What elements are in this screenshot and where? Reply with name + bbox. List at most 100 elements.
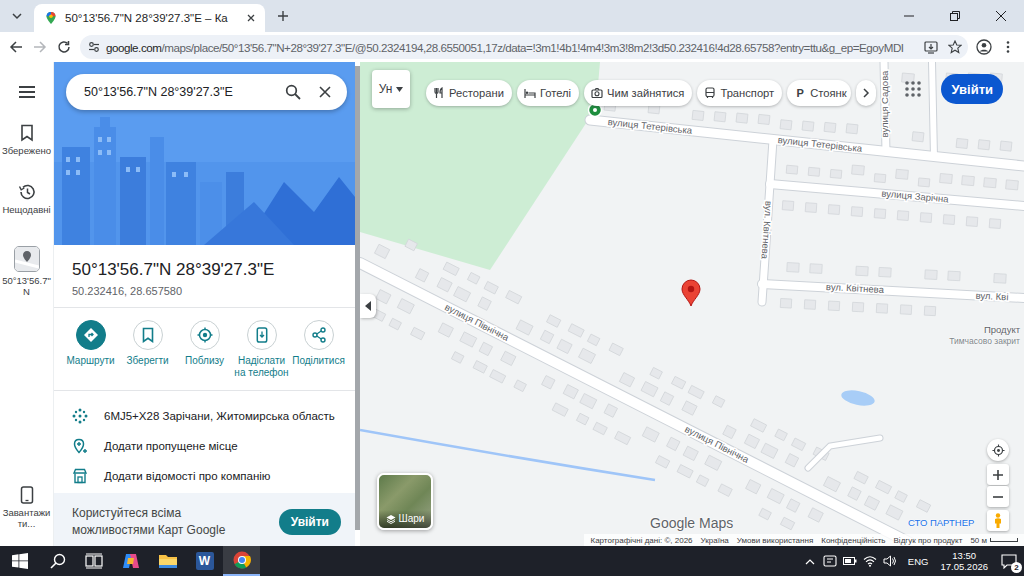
- category-chip[interactable]: Готелі: [517, 80, 579, 106]
- layers-caption: Шари: [379, 510, 431, 528]
- input-language[interactable]: ENG: [900, 546, 935, 576]
- location-pin-icon[interactable]: [682, 280, 700, 306]
- building: [650, 367, 663, 379]
- category-chip[interactable]: PСтоянк: [787, 80, 850, 106]
- rail-item[interactable]: 50°13'56.7"N: [0, 246, 54, 298]
- action-button[interactable]: Поділитися: [290, 320, 347, 384]
- back-button[interactable]: [4, 35, 28, 59]
- restore-button[interactable]: [932, 0, 978, 32]
- chips-scroll-button[interactable]: [856, 80, 876, 106]
- category-chip[interactable]: Чим зайнятися: [584, 80, 692, 106]
- google-apps-button[interactable]: [901, 77, 925, 101]
- map-canvas[interactable]: вулиця Тетерівськавулиця Тетерівськавули…: [360, 62, 1024, 546]
- sign-in-button[interactable]: Увійти: [941, 74, 1003, 104]
- action-button[interactable]: Зберегти: [119, 320, 176, 384]
- rail-item[interactable]: Нещодавні: [0, 183, 54, 216]
- url-host: google.com: [106, 41, 161, 54]
- attribution-link[interactable]: Відгук про продукт: [894, 536, 963, 545]
- taskbar-app[interactable]: W: [186, 546, 223, 576]
- category-chip[interactable]: Ресторани: [426, 80, 512, 106]
- building: [805, 203, 817, 213]
- street-label: вул. Кві: [975, 290, 1008, 303]
- tray-app-button[interactable]: [820, 546, 840, 576]
- partner-label[interactable]: СТО ПАРТНЕР: [908, 517, 974, 528]
- building: [580, 394, 597, 409]
- close-window-button[interactable]: [978, 0, 1024, 32]
- action-button[interactable]: Надіслати на телефон: [233, 320, 290, 384]
- building: [615, 431, 631, 444]
- search-button[interactable]: [40, 546, 76, 576]
- attribution-link[interactable]: Конфіденційність: [821, 536, 885, 545]
- minimize-button[interactable]: [886, 0, 932, 32]
- detail-row[interactable]: Додати відомості про компанію: [54, 461, 355, 491]
- detail-row[interactable]: Додати пропущене місце: [54, 431, 355, 461]
- building: [723, 425, 736, 438]
- clear-search-button[interactable]: [311, 78, 339, 106]
- street-label: вулиця Північна: [683, 423, 751, 465]
- poi-label[interactable]: Тимчасово закрит: [949, 336, 1020, 346]
- building: [490, 370, 506, 383]
- road-casing: [770, 184, 1024, 206]
- taskbar: W ENG13:5017.05.20262: [0, 546, 1024, 576]
- detail-row[interactable]: 6MJ5+X28 Зарічани, Житомирська область: [54, 401, 355, 431]
- action-button[interactable]: Поблизу: [176, 320, 233, 384]
- tab-search-button[interactable]: [6, 5, 28, 27]
- search-box[interactable]: 50°13'56.7"N 28°39'27.3"E: [66, 74, 347, 110]
- search-input[interactable]: 50°13'56.7"N 28°39'27.3"E: [84, 85, 275, 99]
- building: [705, 455, 722, 470]
- install-app-button[interactable]: [922, 38, 940, 56]
- network-button[interactable]: [860, 546, 880, 576]
- taskbar-app[interactable]: [112, 546, 149, 576]
- taskbar-app[interactable]: [149, 546, 186, 576]
- taskbar-app[interactable]: [223, 546, 260, 576]
- action-label: Поблизу: [176, 355, 233, 367]
- scale-bar[interactable]: 50 м: [970, 536, 1018, 545]
- buildings: [370, 73, 1019, 530]
- zoom-in-button[interactable]: [987, 464, 1009, 485]
- menu-button[interactable]: [13, 78, 41, 106]
- attribution-link[interactable]: Україна: [701, 536, 729, 545]
- promo-sign-in-button[interactable]: Увійти: [279, 509, 341, 535]
- reload-button[interactable]: [52, 35, 76, 59]
- forward-button[interactable]: [28, 35, 52, 59]
- browser-tab[interactable]: 50°13'56.7"N 28°39'27.3"E – Ка: [34, 4, 265, 32]
- clock[interactable]: 13:5017.05.2026: [934, 546, 994, 576]
- search-button[interactable]: [279, 78, 307, 106]
- building: [642, 427, 659, 442]
- attribution-link[interactable]: Умови використання: [737, 536, 813, 545]
- layers-button[interactable]: Шари: [377, 473, 433, 530]
- chip-label: Готелі: [540, 87, 571, 99]
- profile-button[interactable]: [972, 35, 996, 59]
- task-view-button[interactable]: [76, 546, 112, 576]
- download-app-item[interactable]: Завантажити...: [0, 486, 54, 530]
- attribution-link[interactable]: Картографічні дані: ©, 2026: [590, 536, 692, 545]
- show-hidden-icons-button[interactable]: [800, 546, 820, 576]
- plus-code-icon: [72, 408, 88, 424]
- input-tools-select[interactable]: Ун: [372, 70, 410, 108]
- browser-menu-button[interactable]: [996, 35, 1020, 59]
- building: [916, 500, 930, 513]
- poi-label[interactable]: Продукт: [984, 324, 1020, 335]
- my-location-button[interactable]: [987, 439, 1009, 461]
- bookmark-star-button[interactable]: [946, 38, 964, 56]
- address-bar[interactable]: google.com/maps/place/50°13'56.7"N+28°39…: [80, 35, 968, 59]
- building: [696, 475, 709, 487]
- battery-icon: [843, 556, 857, 566]
- start-button[interactable]: [0, 546, 40, 576]
- street-view-button[interactable]: [987, 510, 1009, 531]
- volume-button[interactable]: [880, 546, 900, 576]
- map[interactable]: вулиця Тетерівськавулиця Тетерівськавули…: [360, 62, 1024, 546]
- tab-close-button[interactable]: [243, 10, 259, 26]
- rail-item[interactable]: Збережено: [0, 124, 54, 157]
- poi-labels: ПродуктТимчасово закрит: [949, 324, 1020, 346]
- action-button[interactable]: Маршрути: [62, 320, 119, 384]
- notifications-button[interactable]: 2: [994, 546, 1024, 576]
- category-chip[interactable]: Транспорт: [697, 80, 782, 106]
- road: [808, 438, 880, 468]
- building: [604, 404, 617, 417]
- collapse-panel-button[interactable]: [360, 294, 376, 318]
- new-tab-button[interactable]: [271, 4, 295, 28]
- building: [479, 342, 492, 355]
- zoom-out-button[interactable]: [987, 486, 1009, 507]
- battery-button[interactable]: [840, 546, 860, 576]
